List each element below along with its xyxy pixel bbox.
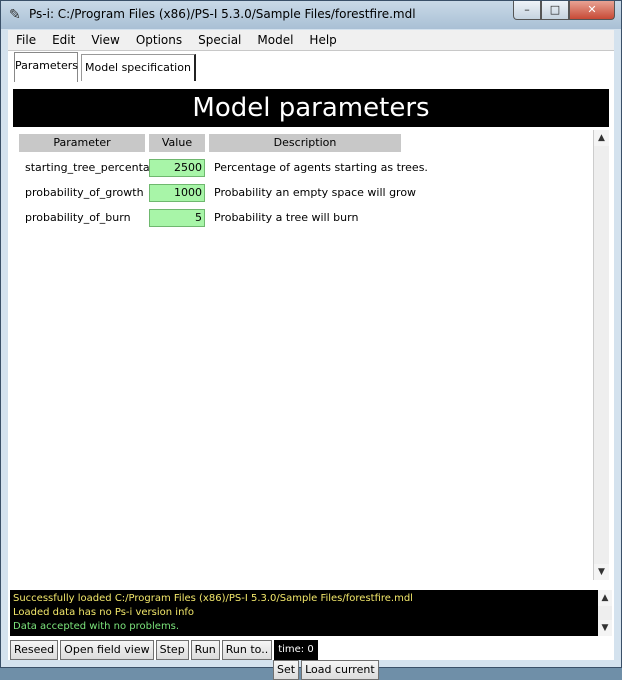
parameters-panel: Parameter Value Description starting_tre… [13,130,609,680]
tab-parameters[interactable]: Parameters [14,52,78,82]
step-button[interactable]: Step [155,640,189,660]
console-line: Successfully loaded C:/Program Files (x8… [13,593,413,604]
set-button[interactable]: Set [273,660,300,680]
menu-file[interactable]: File [8,30,44,50]
parameter-description: Probability a tree will burn [214,211,359,224]
control-bar: Reseed Open field view Step Run Run to..… [10,640,318,660]
app-window: ✎ Ps-i: C:/Program Files (x86)/PS-I 5.3.… [0,0,622,680]
page-title: Model parameters [13,89,609,127]
table-row: probability_of_growth 1000 Probability a… [13,184,603,202]
client-area: File Edit View Options Special Model Hel… [8,30,614,680]
console-scrollbar[interactable]: ▲ ▼ [598,590,612,636]
parameter-description: Probability an empty space will grow [214,186,417,199]
run-button[interactable]: Run [190,640,220,660]
table-row: starting_tree_percentage 2500 Percentage… [13,159,603,177]
menu-options[interactable]: Options [128,30,190,50]
close-button[interactable]: ✕ [569,1,615,20]
console-line: Loaded data has no Ps-i version info [13,607,195,618]
menu-view[interactable]: View [83,30,127,50]
parameter-value-input[interactable]: 5 [149,209,205,227]
time-display: time: 0 [274,640,318,660]
parameter-name: probability_of_growth [25,186,144,199]
tab-model-specification[interactable]: Model specification [81,54,196,81]
console-line: Data accepted with no problems. [13,621,180,632]
window-title: Ps-i: C:/Program Files (x86)/PS-I 5.3.0/… [29,7,416,21]
message-console: Successfully loaded C:/Program Files (x8… [10,590,612,636]
menu-special[interactable]: Special [190,30,249,50]
parameter-value-input[interactable]: 1000 [149,184,205,202]
table-row: probability_of_burn 5 Probability a tree… [13,209,603,227]
feather-icon: ✎ [9,7,21,23]
title-bar[interactable]: ✎ Ps-i: C:/Program Files (x86)/PS-I 5.3.… [1,1,621,29]
menu-bar: File Edit View Options Special Model Hel… [8,30,614,51]
menu-help[interactable]: Help [301,30,344,50]
window-controls: – □ ✕ [513,1,615,20]
parameter-description: Percentage of agents starting as trees. [214,161,428,174]
up-arrow-icon[interactable]: ▲ [598,590,612,606]
parameter-value-input[interactable]: 2500 [149,159,205,177]
parameter-buttons: Set Load current [273,660,379,680]
tab-bar: Parameters Model specification [8,52,614,82]
down-arrow-icon[interactable]: ▼ [598,620,612,636]
parameter-name: probability_of_burn [25,211,131,224]
minimize-button[interactable]: – [513,1,541,20]
open-field-view-button[interactable]: Open field view [60,640,154,660]
maximize-button[interactable]: □ [541,1,569,20]
column-header-value: Value [149,134,205,152]
run-to-button[interactable]: Run to.. [221,640,273,660]
column-header-parameter: Parameter [19,134,145,152]
reseed-button[interactable]: Reseed [10,640,59,660]
column-header-description: Description [209,134,401,152]
menu-model[interactable]: Model [249,30,301,50]
parameter-name: starting_tree_percentage [25,161,164,174]
menu-edit[interactable]: Edit [44,30,83,50]
down-arrow-icon[interactable]: ▼ [594,564,609,580]
panel-scrollbar[interactable]: ▲ ▼ [593,130,609,580]
up-arrow-icon[interactable]: ▲ [594,130,609,146]
load-current-button[interactable]: Load current [301,660,379,680]
